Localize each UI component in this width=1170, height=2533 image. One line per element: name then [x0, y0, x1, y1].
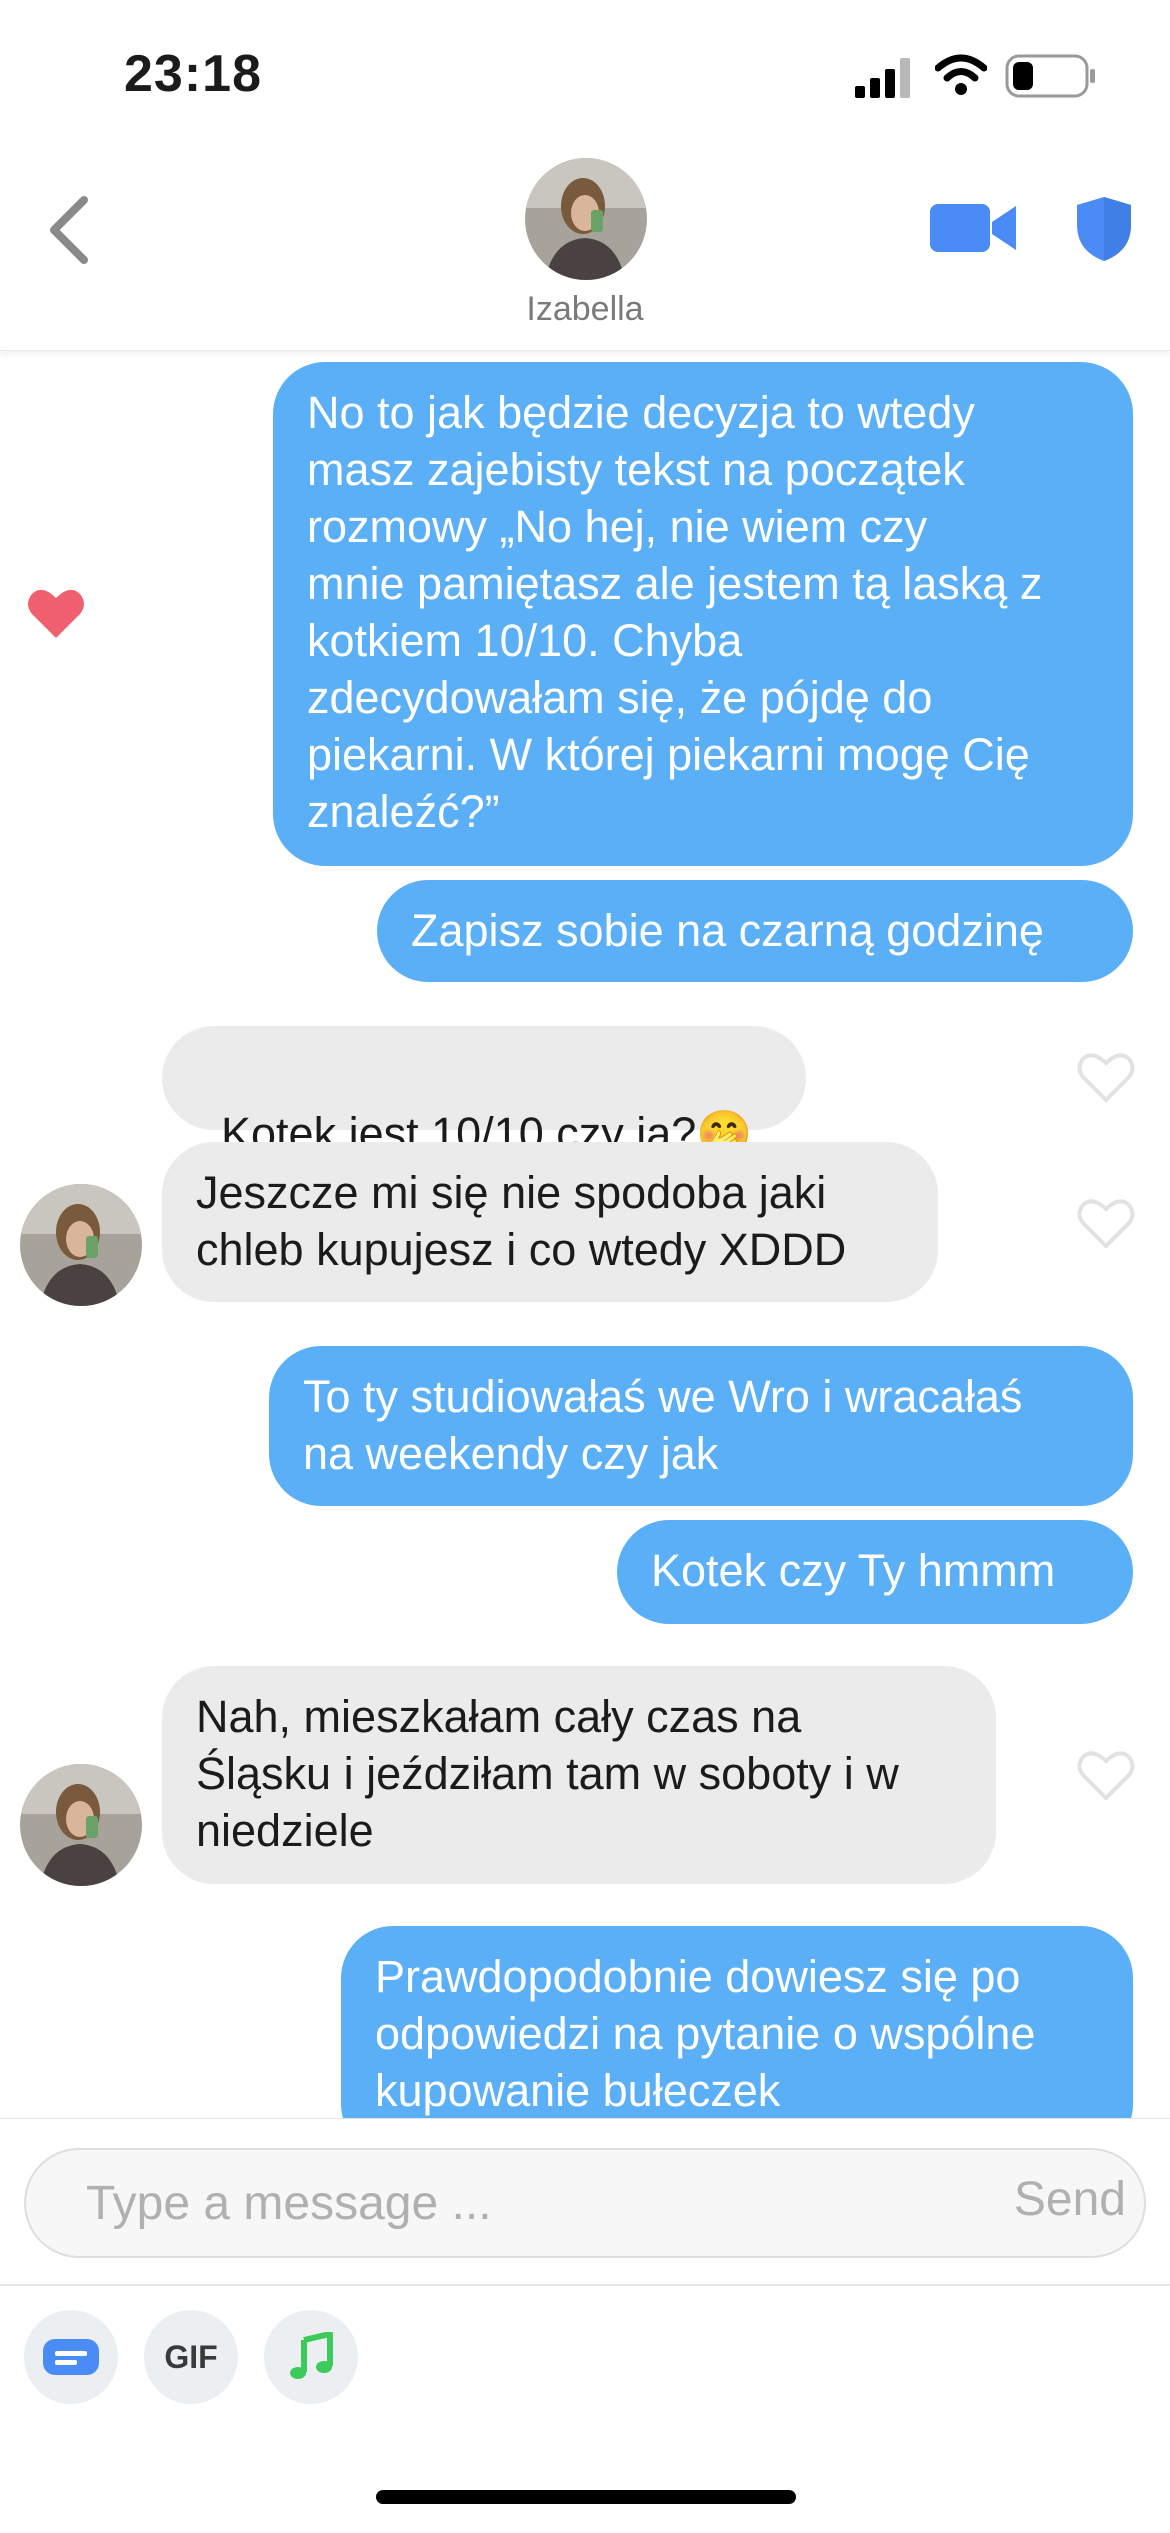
- home-indicator: [376, 2490, 796, 2504]
- wifi-icon: [935, 54, 987, 95]
- sticker-card-icon: [43, 2339, 99, 2375]
- heart-outline-icon[interactable]: [1076, 1748, 1136, 1802]
- music-button[interactable]: [264, 2310, 358, 2404]
- heart-outline-icon[interactable]: [1076, 1050, 1136, 1104]
- battery-icon: [1005, 54, 1095, 98]
- avatar-small[interactable]: [20, 1764, 142, 1886]
- message-bubble-sent[interactable]: To ty studiowałaś we Wro i wracałaś na w…: [269, 1346, 1133, 1506]
- avatar-small[interactable]: [20, 1184, 142, 1306]
- heart-outline-icon[interactable]: [1076, 1196, 1136, 1250]
- divider: [0, 2284, 1170, 2286]
- chevron-left-icon[interactable]: [40, 190, 100, 270]
- cellular-signal-icon: [855, 58, 910, 98]
- message-bubble-sent[interactable]: Zapisz sobie na czarną godzinę: [377, 880, 1133, 982]
- message-bubble-received[interactable]: Nah, mieszkałam cały czas na Śląsku i je…: [162, 1666, 996, 1884]
- profile-photo: [525, 158, 647, 280]
- message-input[interactable]: [24, 2148, 1146, 2258]
- status-time: 23:18: [124, 45, 262, 103]
- gif-label: GIF: [164, 2338, 218, 2375]
- message-bubble-sent[interactable]: No to jak będzie decyzja to wtedy masz z…: [273, 362, 1133, 866]
- video-camera-icon[interactable]: [930, 200, 1016, 256]
- gif-button[interactable]: GIF: [144, 2310, 238, 2404]
- music-note-icon: [290, 2332, 333, 2379]
- profile-photo: [20, 1764, 142, 1886]
- avatar[interactable]: [525, 158, 647, 280]
- message-bubble-received[interactable]: Jeszcze mi się nie spodoba jaki chleb ku…: [162, 1142, 938, 1302]
- heart-liked-icon[interactable]: [26, 586, 86, 640]
- message-bubble-sent[interactable]: Kotek czy Ty hmmm: [617, 1520, 1133, 1624]
- match-name[interactable]: Izabella: [0, 290, 1170, 329]
- shield-icon[interactable]: [1075, 195, 1133, 263]
- message-bubble-received[interactable]: Kotek jest 10/10 czy ja?🤭: [162, 1026, 806, 1159]
- send-button[interactable]: Send: [1014, 2172, 1126, 2227]
- sticker-card-button[interactable]: [24, 2310, 118, 2404]
- profile-photo: [20, 1184, 142, 1306]
